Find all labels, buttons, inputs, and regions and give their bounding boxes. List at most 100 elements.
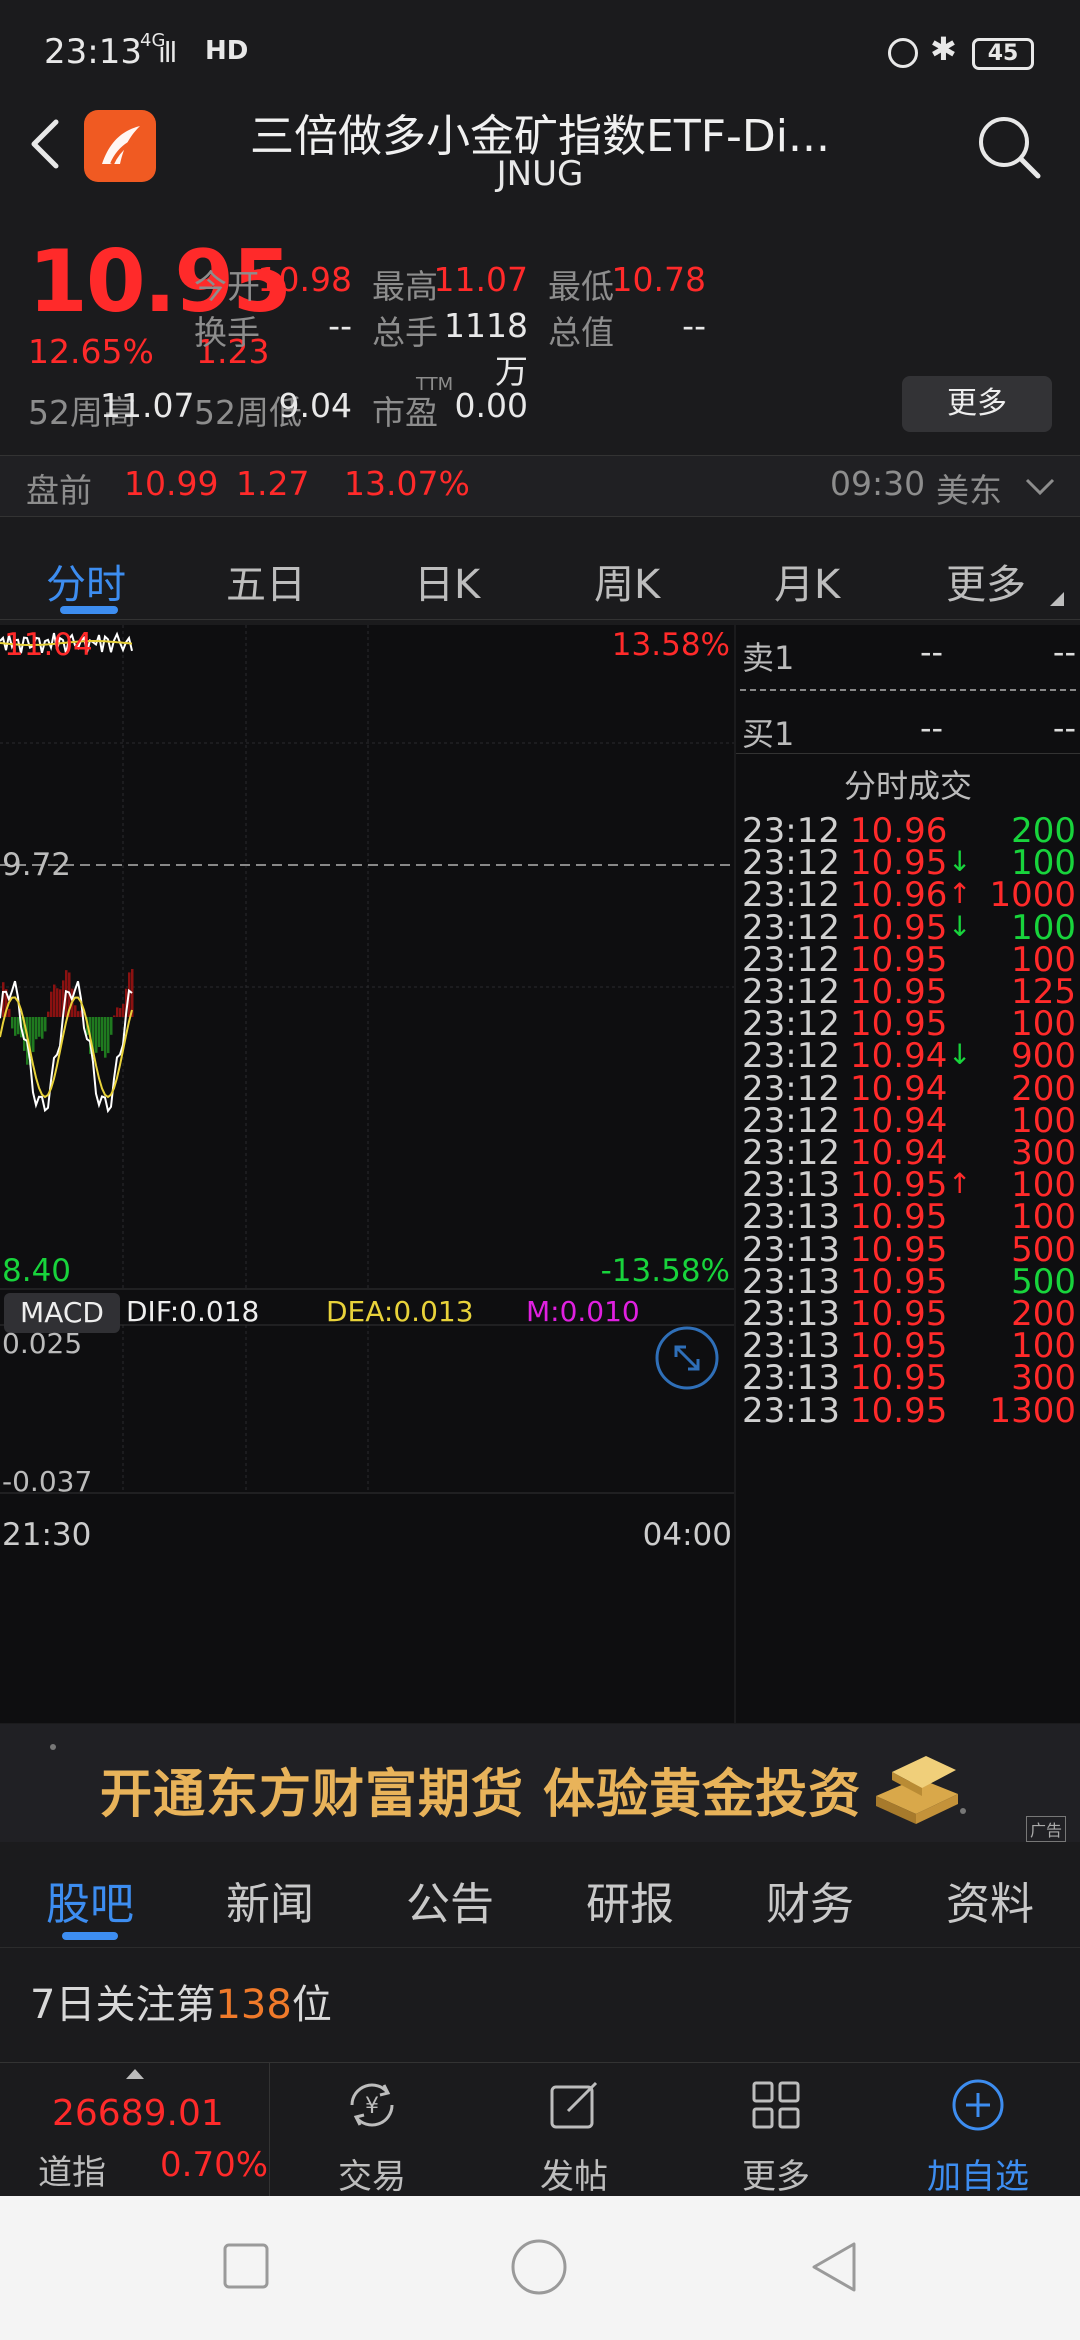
- status-bar: 23:13 4G ıll HD ✱ 45: [0, 0, 1080, 86]
- ad-text: 开通东方财富期货 体验黄金投资: [100, 1765, 862, 1825]
- tick-direction-icon: ↑: [948, 1167, 972, 1201]
- macd-bar: [32, 1017, 35, 1053]
- macd-bar: [74, 1005, 77, 1017]
- tab-more-periods[interactable]: 更多: [946, 552, 1026, 610]
- tick-direction-icon: ↓: [948, 909, 972, 943]
- ad-banner[interactable]: 开通东方财富期货 体验黄金投资 广告: [0, 1724, 1080, 1842]
- macd-dea-value: DEA:0.013: [326, 1295, 474, 1328]
- signal-icon: ıll: [158, 36, 177, 69]
- post-button[interactable]: 发帖: [474, 2063, 674, 2197]
- macd-m-value: M:0.010: [526, 1295, 640, 1328]
- low-value: 10.78: [611, 260, 706, 299]
- macd-bar: [41, 1017, 44, 1039]
- macd-bar: [116, 1007, 119, 1017]
- back-button-icon[interactable]: [808, 2240, 858, 2294]
- add-watchlist-label: 加自选: [927, 2157, 1029, 2197]
- system-nav-bar: [0, 2196, 1080, 2340]
- gold-bar-icon: [876, 1756, 958, 1824]
- macd-bar: [110, 1017, 113, 1035]
- tab-intraday[interactable]: 分时: [46, 552, 126, 610]
- macd-bar: [50, 991, 53, 1017]
- high-value: 11.07: [433, 260, 528, 299]
- trade-ticks-panel: 卖1 -- -- 买1 -- -- 分时成交 23:12 10.96 200 23:1…: [736, 625, 1080, 1723]
- trade-button[interactable]: ¥ 交易: [272, 2063, 472, 2197]
- tick-direction-icon: ↑: [948, 877, 972, 911]
- quote-panel: 10.95 12.65% 1.23 今开 10.98 最高 11.07 最低 1…: [0, 210, 1080, 455]
- attention-suffix: 位: [291, 1982, 332, 2028]
- macd-bar: [122, 1003, 125, 1017]
- tab-monthly-k[interactable]: 月K: [774, 552, 840, 610]
- macd-bar: [17, 1017, 20, 1035]
- book-divider: [740, 689, 1076, 691]
- chart-bottom-percent: -13.58%: [600, 1253, 730, 1289]
- tab-weekly-k[interactable]: 周K: [594, 552, 660, 610]
- index-value: 26689.01: [52, 2093, 224, 2134]
- premarket-percent: 13.07%: [344, 464, 470, 503]
- hd-icon: HD: [205, 36, 249, 66]
- battery-level: 45: [987, 41, 1019, 66]
- tab-research[interactable]: 研报: [586, 1868, 674, 1932]
- macd-bar: [35, 1017, 38, 1040]
- time-axis-end: 04:00: [642, 1517, 732, 1553]
- tab-five-day[interactable]: 五日: [226, 552, 306, 610]
- tab-financials[interactable]: 财务: [766, 1868, 854, 1932]
- intraday-chart[interactable]: 11.04 13.58% 9.72 8.40 -13.58% MACD DIF:…: [0, 625, 734, 1723]
- tab-daily-k[interactable]: 日K: [414, 552, 480, 610]
- active-tab-indicator: [60, 606, 118, 614]
- buy1-price: --: [920, 709, 944, 747]
- chart-top-price: 11.04: [4, 627, 93, 663]
- macd-bar: [38, 1017, 41, 1037]
- macd-bar: [77, 1011, 80, 1017]
- app-header: 三倍做多小金矿指数ETF-Di... JNUG: [0, 86, 1080, 210]
- premarket-label: 盘前: [26, 471, 92, 510]
- macd-bar: [101, 1017, 104, 1052]
- sell1-label: 卖1: [742, 639, 795, 677]
- macd-bar: [56, 988, 59, 1017]
- chart-period-tabs: 分时 五日 日K 周K 月K 更多: [0, 520, 1080, 620]
- tick-row: 23:13 10.95 1300: [736, 1391, 1080, 1439]
- more-menu-button[interactable]: 更多: [676, 2063, 876, 2197]
- macd-bar: [44, 1017, 47, 1032]
- tab-profile[interactable]: 资料: [946, 1868, 1034, 1932]
- attention-rank-number: 138: [215, 1982, 292, 2028]
- back-arrow-icon[interactable]: [22, 116, 70, 172]
- caret-up-icon: [126, 2069, 144, 2079]
- macd-bar: [11, 1017, 14, 1029]
- tick-direction-icon: ↓: [948, 845, 972, 879]
- open-value: 10.98: [257, 260, 352, 299]
- content-tabs: 股吧 新闻 公告 研报 财务 资料: [0, 1842, 1080, 1948]
- more-quote-button[interactable]: 更多: [902, 376, 1052, 432]
- tick-direction-icon: ↓: [948, 1038, 972, 1072]
- home-button-icon[interactable]: [510, 2238, 568, 2296]
- index-name: 道指: [38, 2153, 106, 2193]
- index-percent: 0.70%: [160, 2145, 269, 2185]
- tick-price: 10.95: [850, 1390, 948, 1431]
- macd-bar: [119, 1008, 122, 1017]
- macd-bar: [47, 1011, 50, 1017]
- week52-high-value: 11.07: [100, 386, 195, 425]
- tab-stock-forum[interactable]: 股吧: [46, 1868, 134, 1932]
- macd-bar: [8, 1008, 11, 1017]
- macd-bar: [113, 1015, 116, 1017]
- recents-button-icon[interactable]: [222, 2242, 270, 2290]
- compose-icon: [550, 2081, 598, 2129]
- chart-mid-price: 9.72: [2, 847, 72, 883]
- trade-label: 交易: [338, 2157, 406, 2197]
- grid-icon: [752, 2081, 800, 2129]
- premarket-change: 1.27: [236, 464, 310, 503]
- expand-chart-icon[interactable]: [654, 1325, 720, 1391]
- svg-text:¥: ¥: [365, 2094, 379, 2119]
- premarket-bar[interactable]: 盘前 10.99 1.27 13.07% 09:30 美东: [0, 455, 1080, 517]
- macd-bar: [98, 1017, 101, 1048]
- chart-top-percent: 13.58%: [611, 627, 730, 663]
- index-widget[interactable]: 26689.01 道指 0.70%: [0, 2063, 270, 2197]
- post-label: 发帖: [540, 2157, 608, 2197]
- add-watchlist-button[interactable]: 加自选: [878, 2063, 1078, 2197]
- stock-symbol: JNUG: [496, 154, 584, 194]
- macd-top-value: 0.025: [2, 1327, 83, 1360]
- time-axis-start: 21:30: [2, 1517, 92, 1553]
- search-icon[interactable]: [974, 112, 1044, 182]
- tab-announcements[interactable]: 公告: [406, 1868, 494, 1932]
- tab-news[interactable]: 新闻: [226, 1868, 314, 1932]
- buy1-label: 买1: [742, 715, 795, 753]
